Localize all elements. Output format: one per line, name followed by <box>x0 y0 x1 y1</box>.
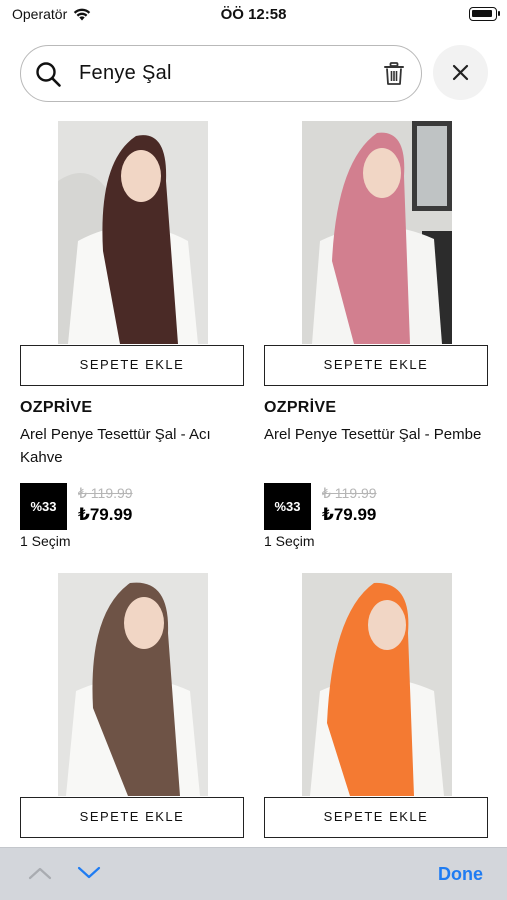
chevron-down-icon[interactable] <box>77 866 101 880</box>
new-price: ₺79.99 <box>78 505 133 524</box>
product-card[interactable]: SEPETE EKLE <box>20 573 244 839</box>
product-name[interactable]: Arel Penye Tesettür Şal - Pembe <box>264 423 490 446</box>
status-time: ÖÖ 12:58 <box>220 6 287 23</box>
product-card[interactable]: SEPETE EKLE OZPRİVE Arel Penye Tesettür … <box>20 121 244 561</box>
product-brand: OZPRİVE <box>264 399 337 416</box>
old-price: ₺ 119.99 <box>78 485 133 501</box>
product-image[interactable] <box>302 573 452 796</box>
product-name[interactable]: Arel Penye Tesettür Şal - Acı Kahve <box>20 423 246 469</box>
product-image[interactable] <box>302 121 452 344</box>
product-image[interactable] <box>58 121 208 344</box>
chevron-up-icon[interactable] <box>28 866 52 880</box>
close-icon <box>452 64 469 81</box>
selection-count: 1 Seçim <box>264 533 315 549</box>
search-icon <box>36 62 61 87</box>
keyboard-toolbar: Done <box>0 847 507 900</box>
done-button[interactable]: Done <box>438 864 483 885</box>
trash-icon[interactable] <box>383 62 405 86</box>
search-input[interactable]: Fenye Şal <box>79 62 172 85</box>
add-to-cart-button[interactable]: SEPETE EKLE <box>20 797 244 838</box>
selection-count: 1 Seçim <box>20 533 71 549</box>
add-to-cart-button[interactable]: SEPETE EKLE <box>264 797 488 838</box>
product-brand: OZPRİVE <box>20 399 93 416</box>
status-bar: Operatör ÖÖ 12:58 <box>0 0 507 30</box>
add-to-cart-button[interactable]: SEPETE EKLE <box>264 345 488 386</box>
new-price: ₺79.99 <box>322 505 377 524</box>
discount-badge: %33 <box>264 483 311 530</box>
product-image[interactable] <box>58 573 208 796</box>
discount-badge: %33 <box>20 483 67 530</box>
search-bar[interactable]: Fenye Şal <box>20 45 422 102</box>
close-button[interactable] <box>433 45 488 100</box>
old-price: ₺ 119.99 <box>322 485 377 501</box>
product-card[interactable]: SEPETE EKLE <box>264 573 488 839</box>
add-to-cart-button[interactable]: SEPETE EKLE <box>20 345 244 386</box>
battery-icon <box>469 7 500 21</box>
product-card[interactable]: SEPETE EKLE OZPRİVE Arel Penye Tesettür … <box>264 121 488 561</box>
